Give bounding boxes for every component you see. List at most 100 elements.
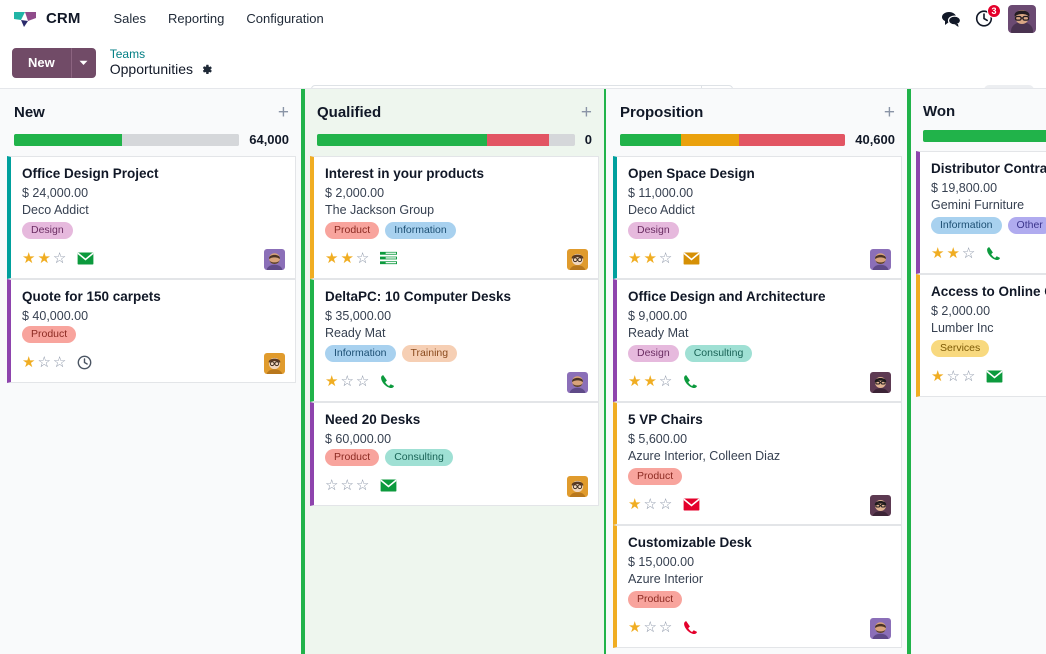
avatar[interactable]	[567, 372, 588, 393]
avatar[interactable]	[567, 476, 588, 497]
priority-star[interactable]: ★	[340, 251, 353, 266]
phone-icon[interactable]	[986, 246, 1000, 261]
menu-item-configuration[interactable]: Configuration	[235, 5, 334, 32]
kanban-card[interactable]: Open Space Design$ 11,000.00Deco AddictD…	[613, 156, 902, 279]
priority-stars[interactable]: ★★☆	[628, 374, 672, 389]
priority-stars[interactable]: ★★☆	[22, 251, 66, 266]
kanban-progress-segment[interactable]	[681, 134, 740, 146]
priority-star[interactable]: ★	[946, 246, 959, 261]
priority-star[interactable]: ★	[325, 374, 338, 389]
activity-clock-icon[interactable]: 3	[975, 9, 994, 28]
priority-star[interactable]: ★	[628, 374, 641, 389]
priority-stars[interactable]: ★☆☆	[325, 374, 369, 389]
priority-star[interactable]: ★	[37, 251, 50, 266]
menu-item-reporting[interactable]: Reporting	[157, 5, 235, 32]
priority-stars[interactable]: ★☆☆	[628, 497, 672, 512]
priority-star[interactable]: ☆	[37, 355, 50, 370]
priority-star[interactable]: ☆	[946, 369, 959, 384]
envelope-icon[interactable]	[986, 370, 1003, 383]
avatar[interactable]	[264, 353, 285, 374]
priority-star[interactable]: ☆	[643, 620, 656, 635]
priority-star[interactable]: ☆	[53, 355, 66, 370]
phone-icon[interactable]	[683, 620, 697, 635]
kanban-progress-bar[interactable]	[620, 134, 845, 146]
priority-star[interactable]: ☆	[340, 478, 353, 493]
menu-item-sales[interactable]: Sales	[102, 5, 157, 32]
priority-star[interactable]: ☆	[659, 620, 672, 635]
kanban-column-total[interactable]: 0	[585, 132, 592, 147]
priority-star[interactable]: ★	[22, 355, 35, 370]
phone-icon[interactable]	[683, 374, 697, 389]
priority-star[interactable]: ☆	[962, 246, 975, 261]
kanban-card[interactable]: Customizable Desk$ 15,000.00Azure Interi…	[613, 525, 902, 648]
plus-icon[interactable]: +	[884, 103, 895, 122]
avatar[interactable]	[870, 372, 891, 393]
avatar[interactable]	[870, 618, 891, 639]
kanban-progress-segment[interactable]	[122, 134, 239, 146]
kanban-column-total[interactable]: 40,600	[855, 132, 895, 147]
list-lines-icon[interactable]	[380, 251, 397, 265]
priority-stars[interactable]: ★★☆	[325, 251, 369, 266]
kanban-progress-bar[interactable]	[317, 134, 575, 146]
priority-star[interactable]: ★	[22, 251, 35, 266]
priority-stars[interactable]: ☆☆☆	[325, 478, 369, 493]
envelope-icon[interactable]	[380, 479, 397, 492]
kanban-card[interactable]: Office Design and Architecture$ 9,000.00…	[613, 279, 902, 402]
priority-star[interactable]: ☆	[643, 497, 656, 512]
priority-star[interactable]: ☆	[53, 251, 66, 266]
kanban-progress-segment[interactable]	[923, 130, 1046, 142]
kanban-column-total[interactable]: 64,000	[249, 132, 289, 147]
priority-star[interactable]: ★	[628, 251, 641, 266]
kanban-progress-segment[interactable]	[739, 134, 845, 146]
phone-icon[interactable]	[380, 374, 394, 389]
kanban-progress-segment[interactable]	[620, 134, 681, 146]
kanban-progress-segment[interactable]	[14, 134, 122, 146]
priority-star[interactable]: ★	[931, 369, 944, 384]
envelope-icon[interactable]	[683, 498, 700, 511]
avatar[interactable]	[870, 249, 891, 270]
priority-stars[interactable]: ★☆☆	[628, 620, 672, 635]
priority-star[interactable]: ★	[931, 246, 944, 261]
app-brand[interactable]: CRM	[12, 9, 80, 29]
kanban-progress-segment[interactable]	[487, 134, 549, 146]
messages-icon[interactable]	[941, 10, 961, 28]
priority-star[interactable]: ☆	[962, 369, 975, 384]
priority-star[interactable]: ☆	[356, 251, 369, 266]
envelope-icon[interactable]	[683, 252, 700, 265]
priority-star[interactable]: ☆	[356, 374, 369, 389]
kanban-card[interactable]: Need 20 Desks$ 60,000.00ProductConsultin…	[310, 402, 599, 506]
kanban-progress-bar[interactable]	[923, 130, 1046, 142]
priority-star[interactable]: ★	[643, 251, 656, 266]
kanban-progress-bar[interactable]	[14, 134, 239, 146]
priority-star[interactable]: ☆	[340, 374, 353, 389]
plus-icon[interactable]: +	[278, 103, 289, 122]
avatar[interactable]	[264, 249, 285, 270]
kanban-progress-segment[interactable]	[317, 134, 487, 146]
priority-star[interactable]: ☆	[356, 478, 369, 493]
envelope-icon[interactable]	[77, 252, 94, 265]
gear-icon[interactable]	[200, 63, 213, 76]
kanban-card[interactable]: Office Design Project$ 24,000.00Deco Add…	[7, 156, 296, 279]
kanban-card[interactable]: Access to Online Catalog$ 2,000.00Lumber…	[916, 274, 1046, 397]
kanban-card[interactable]: Interest in your products$ 2,000.00The J…	[310, 156, 599, 279]
priority-star[interactable]: ★	[628, 620, 641, 635]
priority-star[interactable]: ★	[325, 251, 338, 266]
priority-star[interactable]: ☆	[659, 251, 672, 266]
plus-icon[interactable]: +	[581, 103, 592, 122]
kanban-card[interactable]: Quote for 150 carpets$ 40,000.00Product★…	[7, 279, 296, 383]
priority-stars[interactable]: ★☆☆	[22, 355, 66, 370]
new-button[interactable]: New	[12, 48, 71, 78]
priority-star[interactable]: ☆	[659, 374, 672, 389]
breadcrumb-item-teams[interactable]: Teams	[110, 48, 213, 62]
priority-stars[interactable]: ★★☆	[931, 246, 975, 261]
new-dropdown-caret-icon[interactable]	[71, 48, 96, 78]
kanban-card[interactable]: DeltaPC: 10 Computer Desks$ 35,000.00Rea…	[310, 279, 599, 402]
avatar[interactable]	[567, 249, 588, 270]
priority-star[interactable]: ★	[643, 374, 656, 389]
kanban-card[interactable]: 5 VP Chairs$ 5,600.00Azure Interior, Col…	[613, 402, 902, 525]
clock-icon[interactable]	[77, 355, 92, 370]
priority-star[interactable]: ★	[628, 497, 641, 512]
kanban-card[interactable]: Distributor Contract$ 19,800.00Gemini Fu…	[916, 151, 1046, 274]
avatar[interactable]	[870, 495, 891, 516]
priority-stars[interactable]: ★★☆	[628, 251, 672, 266]
